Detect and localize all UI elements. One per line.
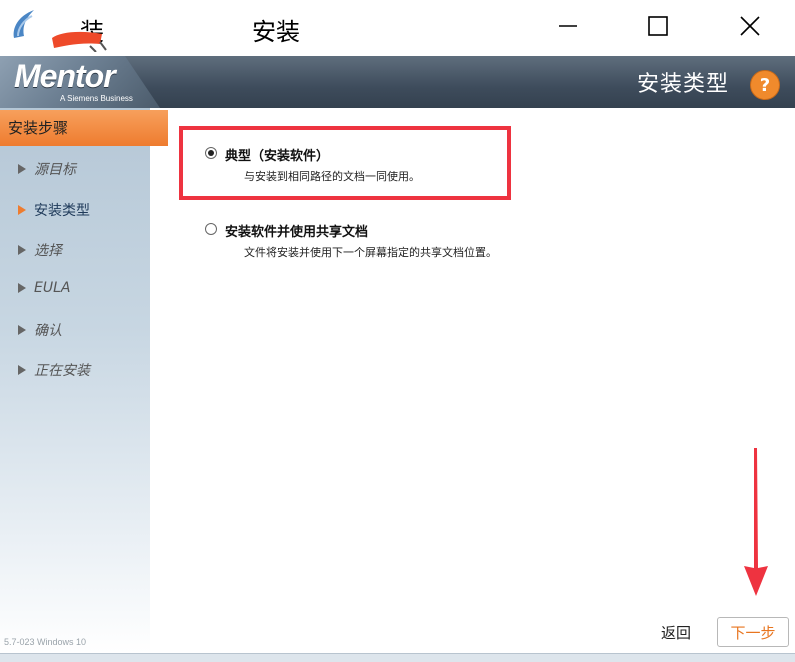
maximize-icon: [648, 16, 668, 36]
page-title: 安装类型: [636, 72, 729, 97]
sidebar-item-label: EULA: [34, 280, 71, 296]
logo-subtitle: A Siemens Business: [60, 94, 133, 103]
sidebar-item-eula[interactable]: EULA: [18, 280, 70, 296]
sidebar-item-label: 选择: [34, 243, 62, 259]
arrow-down-icon: [744, 448, 768, 596]
triangle-icon: [18, 365, 26, 375]
close-button[interactable]: [730, 8, 770, 44]
minimize-button[interactable]: [548, 8, 588, 44]
back-button[interactable]: 返回: [661, 622, 691, 643]
triangle-icon: [18, 283, 26, 293]
sidebar: [0, 108, 150, 653]
sidebar-item-label: 正在安装: [34, 363, 90, 379]
sidebar-item-label: 安装类型: [34, 203, 90, 219]
sidebar-item-source-target[interactable]: 源目标: [18, 159, 76, 179]
radio-typical[interactable]: [205, 147, 217, 159]
app-icon: [13, 10, 34, 38]
next-button[interactable]: 下一步: [717, 617, 789, 647]
option-label: 安装软件并使用共享文档: [225, 225, 369, 240]
logo-redaction-mark: [52, 31, 107, 52]
sidebar-header: 安装步骤: [0, 110, 168, 146]
triangle-icon: [18, 205, 26, 215]
option-description: 文件将安装并使用下一个屏幕指定的共享文档位置。: [244, 246, 497, 259]
mentor-logo: Mentor: [14, 58, 116, 94]
sidebar-item-confirm[interactable]: 确认: [18, 320, 62, 340]
title-bar: 装 安装: [0, 0, 795, 56]
window-title: 安装: [252, 18, 300, 46]
sidebar-item-label: 源目标: [34, 162, 76, 178]
sidebar-item-label: 确认: [34, 323, 62, 339]
help-icon: ?: [759, 74, 771, 96]
option-label: 典型（安装软件）: [225, 149, 330, 164]
radio-shared-docs[interactable]: [205, 223, 217, 235]
option-description: 与安装到相同路径的文档一同使用。: [244, 170, 420, 183]
sidebar-item-install-type[interactable]: 安装类型: [18, 200, 90, 220]
triangle-icon: [18, 325, 26, 335]
sidebar-item-installing[interactable]: 正在安装: [18, 360, 90, 380]
sidebar-item-select[interactable]: 选择: [18, 240, 62, 260]
maximize-button[interactable]: [638, 8, 678, 44]
version-label: 5.7-023 Windows 10: [4, 637, 87, 647]
close-icon: [740, 16, 760, 36]
triangle-icon: [18, 164, 26, 174]
minimize-icon: [559, 25, 577, 27]
triangle-icon: [18, 245, 26, 255]
help-button[interactable]: ?: [750, 70, 780, 100]
